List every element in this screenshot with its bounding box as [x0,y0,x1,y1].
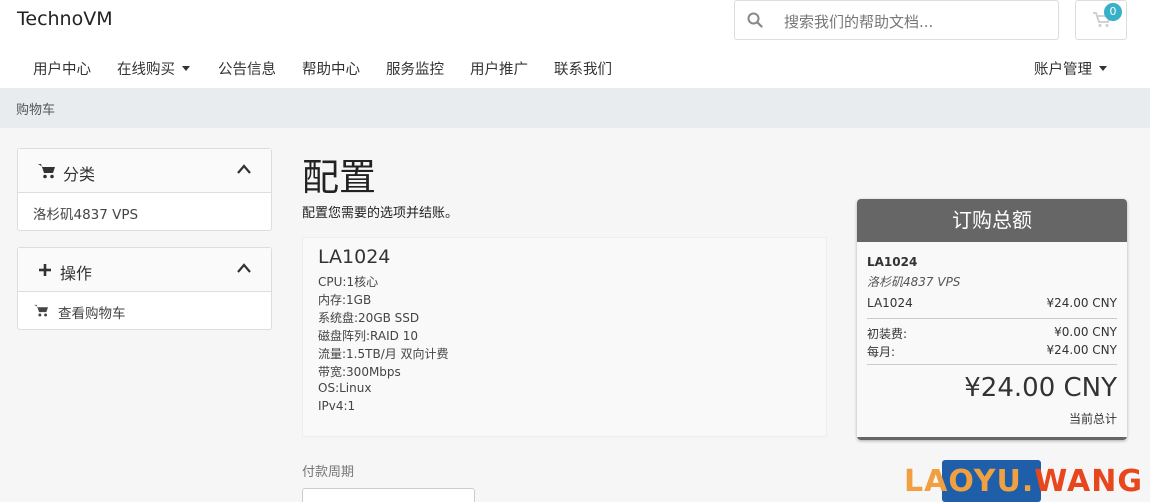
watermark-part1: LAOYU. [904,464,1035,499]
nav-item-contact[interactable]: 联系我们 [554,58,612,79]
nav-item-affiliates[interactable]: 用户推广 [470,58,528,79]
search-icon [747,12,763,28]
order-summary-body: LA1024 洛杉矶4837 VPS LA1024 ¥24.00 CNY 初装费… [857,242,1127,440]
page-title: 配置 [302,156,376,199]
plus-icon [39,264,51,276]
billing-cycle-select[interactable] [302,488,475,502]
categories-title: 分类 [63,165,96,184]
billing-cycle-label: 付款周期 [302,465,355,480]
product-spec: 带宽:300Mbps [318,365,401,379]
chevron-up-icon[interactable] [237,263,251,273]
nav-item-buy-online-label: 在线购买 [117,62,175,78]
nav-item-user-center[interactable]: 用户中心 [33,58,91,79]
actions-panel-header[interactable]: 操作 [18,248,271,292]
setup-fee-label: 初装费: [867,327,908,341]
breadcrumb-current: 购物车 [16,103,56,118]
product-name: LA1024 [318,246,391,268]
summary-line-label: LA1024 [867,296,913,310]
product-spec: OS:Linux [318,381,372,395]
product-spec: CPU:1核心 [318,275,379,289]
setup-fee-price: ¥0.00 CNY [1054,325,1117,339]
chevron-down-icon [182,66,190,71]
summary-product-name: LA1024 [867,255,918,269]
product-spec: 磁盘阵列:RAID 10 [318,329,418,343]
nav-item-account-label: 账户管理 [1034,62,1092,78]
actions-title: 操作 [60,264,93,283]
brand-logo[interactable]: TechnoVM [17,8,113,30]
category-item[interactable]: 洛杉矶4837 VPS [33,203,138,223]
summary-divider [867,364,1117,365]
search-box[interactable]: 搜索我们的帮助文档... [734,0,1059,40]
actions-list: 查看购物车 [18,292,271,329]
summary-product-group: 洛杉矶4837 VPS [867,275,961,289]
watermark: LAOYU.WANG [904,464,1143,499]
categories-list: 洛杉矶4837 VPS [18,193,271,230]
nav-item-account[interactable]: 账户管理 [1034,58,1107,79]
page-subtitle: 配置您需要的选项并结账。 [302,206,459,221]
monthly-label: 每月: [867,345,896,359]
actions-panel: 操作 查看购物车 [17,247,272,330]
categories-panel-header[interactable]: 分类 [18,149,271,193]
monthly-price: ¥24.00 CNY [1046,343,1118,357]
search-placeholder[interactable]: 搜索我们的帮助文档... [784,11,933,32]
site-header: TechnoVM 搜索我们的帮助文档... 0 用户中心 在线购买 公告信息 帮… [0,0,1150,88]
breadcrumb: 购物车 [0,88,1150,128]
watermark-part2: WANG [1034,464,1143,499]
summary-line-price: ¥24.00 CNY [1046,296,1118,310]
categories-panel: 分类 洛杉矶4837 VPS [17,148,272,231]
cart-icon [38,164,55,179]
product-spec: IPv4:1 [318,399,356,413]
nav-item-announcements[interactable]: 公告信息 [218,58,276,79]
chevron-up-icon[interactable] [237,164,251,174]
order-summary-title: 订购总额 [857,199,1127,242]
nav-item-buy-online[interactable]: 在线购买 [117,58,190,79]
product-spec: 系统盘:20GB SSD [318,311,420,325]
view-cart-link[interactable]: 查看购物车 [58,302,126,322]
chevron-down-icon [1099,66,1107,71]
product-spec: 流量:1.5TB/月 双向计费 [318,347,449,361]
nav-item-service-monitor[interactable]: 服务监控 [386,58,444,79]
total-note: 当前总计 [1068,412,1117,426]
summary-divider [867,318,1117,319]
nav-item-help-center[interactable]: 帮助中心 [302,58,360,79]
cart-count-badge: 0 [1104,3,1122,21]
order-summary: 订购总额 LA1024 洛杉矶4837 VPS LA1024 ¥24.00 CN… [857,199,1127,440]
product-info-box: LA1024 CPU:1核心 内存:1GB 系统盘:20GB SSD 磁盘阵列:… [302,237,827,437]
total-price: ¥24.00 CNY [964,373,1117,403]
main-nav: 用户中心 在线购买 公告信息 帮助中心 服务监控 用户推广 联系我们 账户管理 [0,58,1150,80]
product-spec: 内存:1GB [318,293,372,307]
cart-icon [34,304,48,317]
